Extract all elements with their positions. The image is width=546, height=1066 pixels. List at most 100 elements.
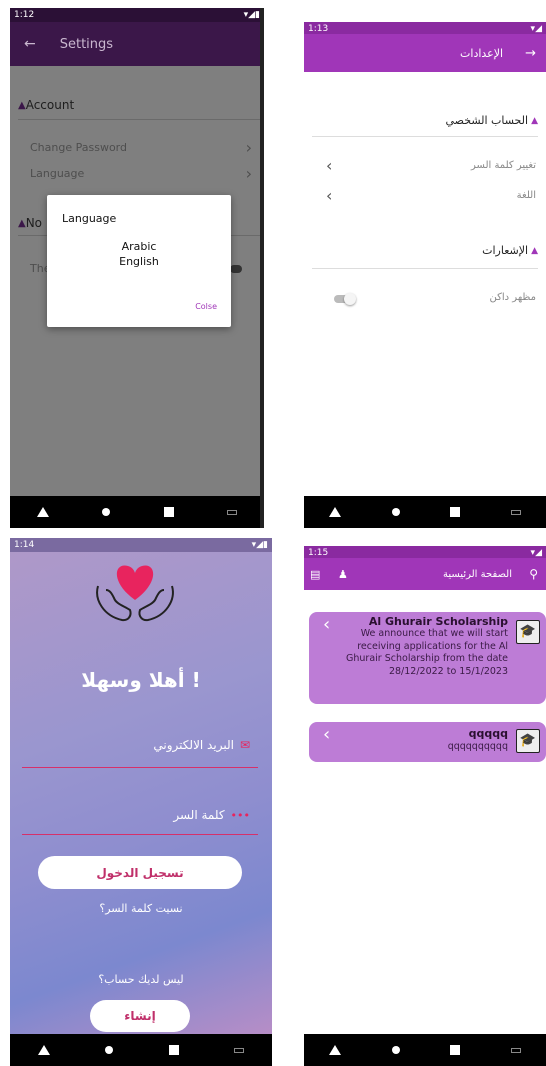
keyboard-icon[interactable] bbox=[510, 1047, 521, 1053]
status-icons: ▾◢▮ bbox=[243, 10, 260, 20]
status-bar: 1:14 ▾◢▮ bbox=[10, 538, 272, 552]
settings-screen-english: 1:12 ▾◢▮ ← Settings ▲ Account Change Pas… bbox=[10, 8, 264, 528]
language-label: Language bbox=[30, 167, 85, 180]
recents-square-icon[interactable] bbox=[163, 507, 174, 517]
language-item[interactable]: Language › bbox=[30, 164, 252, 183]
chevron-left-icon: ‹ bbox=[326, 186, 333, 205]
card-title: Al Ghurair Scholarship bbox=[368, 615, 508, 628]
password-dots-icon: ••• bbox=[230, 808, 250, 822]
account-header-label: الحساب الشخصي bbox=[445, 114, 529, 127]
home-circle-icon[interactable] bbox=[391, 1046, 400, 1054]
person-icon: ▲ bbox=[531, 115, 538, 126]
bell-icon[interactable]: ♟ bbox=[338, 568, 348, 581]
recents-square-icon[interactable] bbox=[450, 1045, 461, 1055]
person-icon: ▲ bbox=[18, 217, 26, 229]
chevron-left-icon: ‹ bbox=[326, 156, 333, 175]
home-circle-icon[interactable] bbox=[391, 508, 400, 516]
change-password-label: Change Password bbox=[30, 141, 127, 154]
mail-icon: ✉ bbox=[239, 738, 250, 752]
notifications-header-label: No bbox=[25, 216, 43, 230]
status-icons: ▾◢▮ bbox=[251, 540, 268, 550]
password-field[interactable] bbox=[22, 834, 258, 835]
card-title: qqqqq bbox=[468, 727, 508, 740]
account-section-header: ▲ الحساب الشخصي bbox=[446, 114, 538, 127]
divider bbox=[312, 136, 538, 137]
keyboard-icon[interactable] bbox=[227, 509, 238, 515]
card-body: We announce that we will start receiving… bbox=[346, 628, 508, 677]
status-time: 1:15 bbox=[308, 548, 329, 558]
back-arrow-icon[interactable]: ← bbox=[24, 36, 36, 52]
home-screen: 1:15 ▾◢ ▤ ♟ الصفحة الرئيسية ⚲ ‹ Al Ghura… bbox=[304, 546, 546, 1066]
person-icon: ▲ bbox=[18, 99, 26, 111]
password-label-row: كلمة السر ••• bbox=[173, 808, 250, 822]
dark-mode-toggle[interactable] bbox=[334, 293, 356, 305]
dialog-title: Language bbox=[62, 212, 117, 225]
change-password-item[interactable]: Change Password › bbox=[30, 138, 252, 157]
notifications-section-header: ▲ الإشعارات bbox=[482, 244, 538, 257]
no-account-text: ليس لديك حساب؟ bbox=[98, 973, 184, 986]
chat-icon[interactable]: ▤ bbox=[310, 568, 320, 581]
forgot-password-link[interactable]: نسيت كلمة السر؟ bbox=[10, 902, 272, 915]
password-label: كلمة السر bbox=[173, 808, 225, 822]
language-label: اللغة bbox=[516, 190, 536, 201]
page-title: Settings bbox=[59, 36, 114, 52]
language-dialog: Language Arabic English Colse bbox=[47, 195, 231, 327]
back-arrow-icon[interactable]: → bbox=[525, 46, 536, 61]
status-icons: ▾◢ bbox=[530, 24, 542, 34]
back-triangle-icon[interactable] bbox=[37, 1045, 50, 1055]
keyboard-icon[interactable] bbox=[510, 509, 521, 515]
status-icons: ▾◢ bbox=[530, 548, 542, 558]
create-account-button[interactable]: إنشاء bbox=[90, 1000, 190, 1032]
navigation-bar bbox=[10, 496, 264, 528]
login-button[interactable]: تسجيل الدخول bbox=[38, 856, 242, 889]
search-icon[interactable]: ⚲ bbox=[529, 567, 538, 581]
app-bar: الإعدادات → bbox=[304, 34, 546, 72]
card-body: qqqqqqqqqq bbox=[447, 741, 508, 752]
change-password-item[interactable]: ‹ تغيير كلمة السر bbox=[326, 156, 536, 175]
scholarship-icon: 🎓 bbox=[516, 729, 540, 753]
dark-mode-toggle[interactable] bbox=[230, 265, 242, 273]
settings-screen-arabic: 1:13 ▾◢ الإعدادات → ▲ الحساب الشخصي ‹ تغ… bbox=[304, 22, 546, 528]
change-password-label: تغيير كلمة السر bbox=[471, 160, 536, 171]
back-triangle-icon[interactable] bbox=[36, 507, 49, 517]
status-time: 1:14 bbox=[14, 540, 35, 550]
app-bar: ▤ ♟ الصفحة الرئيسية ⚲ bbox=[304, 558, 546, 590]
announcement-card[interactable]: ‹ qqqqq qqqqqqqqqq 🎓 bbox=[309, 722, 546, 762]
welcome-heading: أهلا وسهلا ! bbox=[81, 668, 201, 692]
email-label-row: البريد الالكتروني ✉ bbox=[153, 738, 250, 752]
recents-square-icon[interactable] bbox=[168, 1045, 179, 1055]
status-bar: 1:12 ▾◢▮ bbox=[10, 8, 264, 22]
email-field[interactable] bbox=[22, 767, 258, 768]
back-triangle-icon[interactable] bbox=[329, 1045, 342, 1055]
language-item[interactable]: ‹ اللغة bbox=[326, 186, 536, 205]
frame-edge bbox=[260, 8, 264, 528]
recents-square-icon[interactable] bbox=[450, 507, 461, 517]
person-icon: ▲ bbox=[531, 245, 538, 256]
announcement-card[interactable]: ‹ Al Ghurair Scholarship We announce tha… bbox=[309, 612, 546, 704]
notifications-header-label: الإشعارات bbox=[482, 244, 529, 257]
chevron-left-icon: ‹ bbox=[323, 724, 331, 745]
page-title: الإعدادات bbox=[460, 46, 504, 60]
status-time: 1:12 bbox=[14, 10, 35, 20]
account-section-header: ▲ Account bbox=[18, 98, 74, 112]
chevron-right-icon: › bbox=[245, 164, 252, 183]
navigation-bar bbox=[10, 1034, 272, 1066]
account-header-label: Account bbox=[25, 98, 75, 112]
keyboard-icon[interactable] bbox=[234, 1047, 245, 1053]
option-arabic[interactable]: Arabic bbox=[47, 240, 231, 253]
chevron-left-icon: ‹ bbox=[323, 614, 331, 635]
home-circle-icon[interactable] bbox=[102, 508, 111, 516]
divider bbox=[18, 119, 262, 120]
navigation-bar bbox=[304, 496, 546, 528]
email-label: البريد الالكتروني bbox=[153, 738, 234, 752]
chevron-right-icon: › bbox=[245, 138, 252, 157]
app-bar: ← Settings bbox=[10, 22, 264, 66]
option-english[interactable]: English bbox=[47, 255, 231, 268]
close-button[interactable]: Colse bbox=[195, 302, 217, 311]
back-triangle-icon[interactable] bbox=[329, 507, 342, 517]
home-circle-icon[interactable] bbox=[105, 1046, 114, 1054]
notifications-section-header: ▲ No bbox=[18, 216, 42, 230]
toggle-thumb bbox=[344, 293, 356, 305]
navigation-bar bbox=[304, 1034, 546, 1066]
scholarship-icon: 🎓 bbox=[516, 620, 540, 644]
